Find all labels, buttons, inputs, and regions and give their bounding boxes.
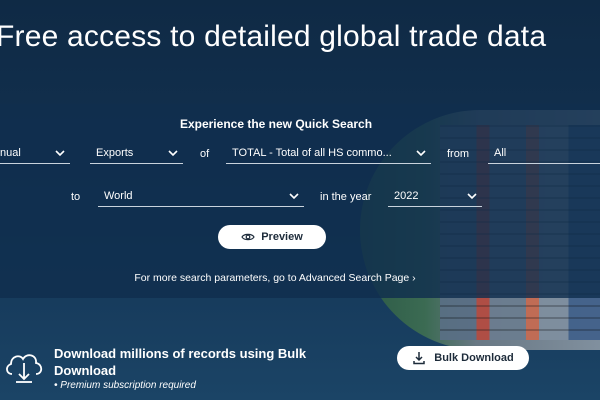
bulk-download-label: Bulk Download xyxy=(434,352,514,364)
download-icon xyxy=(413,352,426,365)
hero-title: Free access to detailed global trade dat… xyxy=(0,20,547,53)
eye-icon xyxy=(241,233,255,241)
chevron-right-icon: › xyxy=(412,272,416,284)
year-value: 2022 xyxy=(394,189,419,202)
advanced-search-text: For more search parameters, go to Advanc… xyxy=(134,272,410,284)
reporter-value: All xyxy=(494,146,507,159)
from-label: from xyxy=(447,148,469,160)
year-select[interactable]: 2022 xyxy=(388,185,482,207)
of-label: of xyxy=(200,148,210,160)
product-select[interactable]: TOTAL - Total of all HS commo... xyxy=(226,142,431,164)
chevron-down-icon xyxy=(467,192,477,199)
frequency-value: nual xyxy=(0,146,21,159)
product-value: TOTAL - Total of all HS commo... xyxy=(232,146,392,159)
trade-flow-select[interactable]: Exports xyxy=(90,142,183,164)
quick-search-title: Experience the new Quick Search xyxy=(179,117,373,131)
cloud-download-icon xyxy=(6,354,43,383)
premium-note: • Premium subscription required xyxy=(54,380,196,391)
chevron-down-icon xyxy=(289,192,299,199)
chevron-down-icon xyxy=(55,149,65,156)
frequency-select[interactable]: nual xyxy=(0,142,70,164)
bulk-download-title: Download millions of records using Bulk … xyxy=(54,346,307,378)
reporter-select[interactable]: All xyxy=(488,142,600,164)
year-label: in the year xyxy=(320,191,372,203)
trade-flow-value: Exports xyxy=(96,146,134,159)
advanced-search-link[interactable]: For more search parameters, go to Advanc… xyxy=(0,272,550,284)
to-label: to xyxy=(71,191,81,203)
partner-select[interactable]: World xyxy=(98,185,304,207)
preview-label: Preview xyxy=(261,231,303,243)
chevron-down-icon xyxy=(416,149,426,156)
preview-button[interactable]: Preview xyxy=(218,225,326,249)
partner-value: World xyxy=(104,189,133,202)
bulk-download-button[interactable]: Bulk Download xyxy=(397,346,529,370)
chevron-down-icon xyxy=(168,149,178,156)
